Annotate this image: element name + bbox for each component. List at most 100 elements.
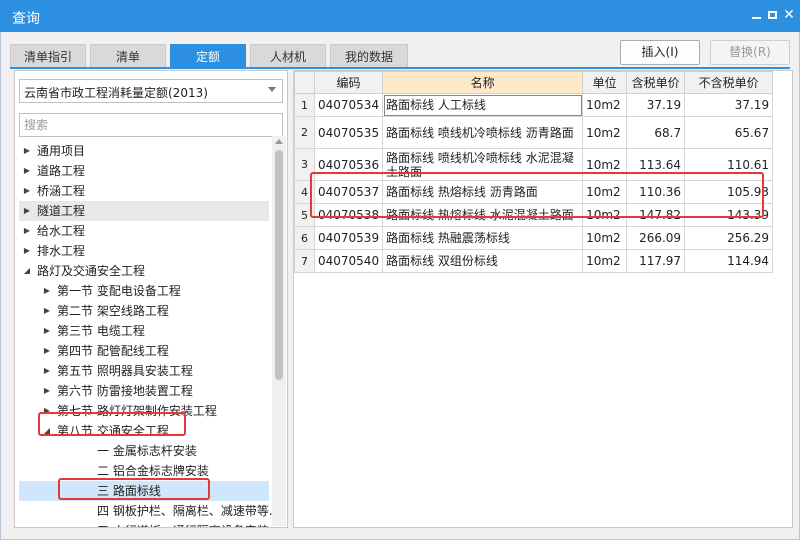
close-icon[interactable]: ✕ (780, 6, 798, 24)
table-row[interactable]: 1 04070534 路面标线 人工标线 10m2 37.19 37.19 (294, 93, 774, 117)
tree-node[interactable]: 五 人行道板、通行隔离设备安装 (19, 521, 269, 527)
scroll-up-icon[interactable] (275, 139, 283, 144)
tree-node[interactable]: ▶ 第六节 防雷接地装置工程 (19, 381, 269, 401)
insert-button[interactable]: 插入(I) (620, 40, 700, 65)
tree-node[interactable]: ▶ 排水工程 (19, 241, 269, 261)
cell-price-without-tax[interactable]: 110.61 (684, 148, 774, 181)
column-header-price-with-tax[interactable]: 含税单价 (626, 71, 686, 94)
cell-unit[interactable]: 10m2 (582, 148, 628, 181)
collapse-arrow-icon[interactable]: ▶ (21, 141, 33, 161)
cell-code[interactable]: 04070540 (313, 249, 384, 273)
tree-node[interactable]: ▶ 桥涵工程 (19, 181, 269, 201)
cell-unit[interactable]: 10m2 (582, 116, 628, 149)
table-row[interactable]: 7 04070540 路面标线 双组份标线 10m2 117.97 114.94 (294, 249, 774, 273)
tree-node[interactable]: ▶ 第二节 架空线路工程 (19, 301, 269, 321)
row-number[interactable]: 1 (294, 93, 315, 117)
cell-price-without-tax[interactable]: 105.93 (684, 180, 774, 204)
cell-code[interactable]: 04070534 (313, 93, 384, 117)
library-select[interactable]: 云南省市政工程消耗量定额(2013) (19, 79, 283, 103)
tab-bill[interactable]: 清单 (90, 44, 166, 68)
cell-name[interactable]: 路面标线 人工标线 (382, 93, 584, 117)
tab-labor-material-machine[interactable]: 人材机 (250, 44, 326, 68)
tree-node[interactable]: 三 路面标线 (19, 481, 269, 501)
tree-node[interactable]: ◢ 路灯及交通安全工程 (19, 261, 269, 281)
row-number[interactable]: 7 (294, 249, 315, 273)
cell-unit[interactable]: 10m2 (582, 93, 628, 117)
tree-node[interactable]: ▶ 道路工程 (19, 161, 269, 181)
table-row[interactable]: 4 04070537 路面标线 热熔标线 沥青路面 10m2 110.36 105.93 (294, 180, 774, 204)
collapse-arrow-icon[interactable]: ▶ (21, 241, 33, 261)
row-number[interactable]: 5 (294, 203, 315, 227)
collapse-arrow-icon[interactable]: ▶ (41, 341, 53, 361)
tree-node[interactable]: 四 钢板护栏、隔离栏、减速带等... (19, 501, 273, 521)
cell-price-without-tax[interactable]: 65.67 (684, 116, 774, 149)
cell-unit[interactable]: 10m2 (582, 203, 628, 227)
cell-price-with-tax[interactable]: 37.19 (626, 93, 686, 117)
column-header-price-without-tax[interactable]: 不含税单价 (684, 71, 774, 94)
tree-node[interactable]: ▶ 第三节 电缆工程 (19, 321, 269, 341)
cell-name[interactable]: 路面标线 喷线机冷喷标线 水泥混凝土路面 (382, 148, 584, 181)
cell-price-without-tax[interactable]: 37.19 (684, 93, 774, 117)
cell-price-without-tax[interactable]: 143.39 (684, 203, 774, 227)
tree-node[interactable]: ◢ 第八节 交通安全工程 (19, 421, 269, 441)
row-number[interactable]: 2 (294, 116, 315, 149)
tree-scrollbar[interactable] (272, 136, 286, 526)
cell-code[interactable]: 04070538 (313, 203, 384, 227)
cell-code[interactable]: 04070539 (313, 226, 384, 250)
collapse-arrow-icon[interactable]: ▶ (21, 221, 33, 241)
cell-price-with-tax[interactable]: 113.64 (626, 148, 686, 181)
tab-my-data[interactable]: 我的数据 (330, 44, 408, 68)
row-number[interactable]: 3 (294, 148, 315, 181)
cell-unit[interactable]: 10m2 (582, 226, 628, 250)
table-row[interactable]: 5 04070538 路面标线 热熔标线 水泥混凝土路面 10m2 147.82 143.… (294, 203, 774, 227)
cell-unit[interactable]: 10m2 (582, 249, 628, 273)
tree-node[interactable]: ▶ 第四节 配管配线工程 (19, 341, 269, 361)
cell-code[interactable]: 04070536 (313, 148, 384, 181)
cell-unit[interactable]: 10m2 (582, 180, 628, 204)
cell-price-without-tax[interactable]: 256.29 (684, 226, 774, 250)
expand-arrow-icon[interactable]: ◢ (41, 421, 53, 441)
column-header-name[interactable]: 名称 (382, 71, 584, 94)
replace-button[interactable]: 替换(R) (710, 40, 790, 65)
table-row[interactable]: 2 04070535 路面标线 喷线机冷喷标线 沥青路面 10m2 68.7 65.67 (294, 116, 774, 149)
cell-price-with-tax[interactable]: 110.36 (626, 180, 686, 204)
tree-node[interactable]: ▶ 通用项目 (19, 141, 269, 161)
tree-node[interactable]: 一 金属标志杆安装 (19, 441, 269, 461)
tree-node[interactable]: ▶ 隧道工程 (19, 201, 269, 221)
collapse-arrow-icon[interactable]: ▶ (41, 361, 53, 381)
cell-price-with-tax[interactable]: 147.82 (626, 203, 686, 227)
table-row[interactable]: 3 04070536 路面标线 喷线机冷喷标线 水泥混凝土路面 10m2 113.64 1… (294, 148, 774, 181)
tree-node[interactable]: ▶ 第一节 变配电设备工程 (19, 281, 269, 301)
column-header-unit[interactable]: 单位 (582, 71, 628, 94)
cell-name[interactable]: 路面标线 热融震荡标线 (382, 226, 584, 250)
collapse-arrow-icon[interactable]: ▶ (21, 201, 33, 221)
tree-node[interactable]: ▶ 第七节 路灯灯架制作安装工程 (19, 401, 269, 421)
cell-price-with-tax[interactable]: 68.7 (626, 116, 686, 149)
chevron-down-icon[interactable] (268, 87, 276, 92)
column-header-code[interactable]: 编码 (313, 71, 384, 94)
tab-bill-guide[interactable]: 清单指引 (10, 44, 86, 68)
tree-node[interactable]: ▶ 给水工程 (19, 221, 269, 241)
tab-quota[interactable]: 定额 (170, 44, 246, 68)
cell-code[interactable]: 04070537 (313, 180, 384, 204)
collapse-arrow-icon[interactable]: ▶ (41, 381, 53, 401)
scrollbar-thumb[interactable] (275, 150, 283, 380)
cell-code[interactable]: 04070535 (313, 116, 384, 149)
cell-name[interactable]: 路面标线 双组份标线 (382, 249, 584, 273)
cell-name[interactable]: 路面标线 热熔标线 沥青路面 (382, 180, 584, 204)
row-number[interactable]: 6 (294, 226, 315, 250)
cell-price-with-tax[interactable]: 117.97 (626, 249, 686, 273)
row-number[interactable]: 4 (294, 180, 315, 204)
collapse-arrow-icon[interactable]: ▶ (41, 401, 53, 421)
collapse-arrow-icon[interactable]: ▶ (41, 281, 53, 301)
cell-name[interactable]: 路面标线 喷线机冷喷标线 沥青路面 (382, 116, 584, 149)
collapse-arrow-icon[interactable]: ▶ (21, 181, 33, 201)
cell-price-without-tax[interactable]: 114.94 (684, 249, 774, 273)
expand-arrow-icon[interactable]: ◢ (21, 261, 33, 281)
collapse-arrow-icon[interactable]: ▶ (21, 161, 33, 181)
table-row[interactable]: 6 04070539 路面标线 热融震荡标线 10m2 266.09 256.29 (294, 226, 774, 250)
collapse-arrow-icon[interactable]: ▶ (41, 301, 53, 321)
tree-node[interactable]: 二 铝合金标志牌安装 (19, 461, 269, 481)
cell-price-with-tax[interactable]: 266.09 (626, 226, 686, 250)
cell-name[interactable]: 路面标线 热熔标线 水泥混凝土路面 (382, 203, 584, 227)
